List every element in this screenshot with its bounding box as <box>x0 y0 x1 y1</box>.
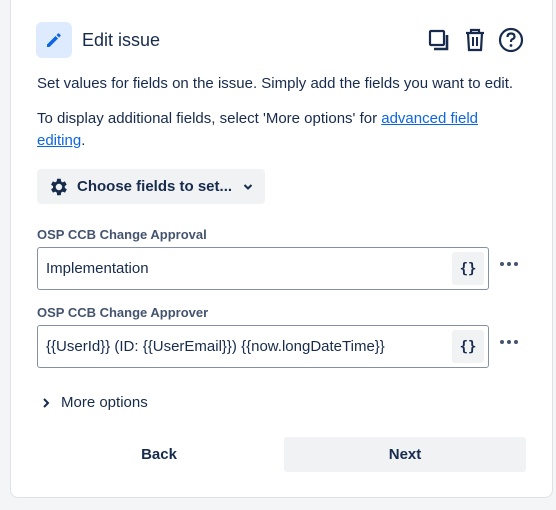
change-approval-field[interactable]: Implementation {} <box>37 247 489 290</box>
advanced-editing-hint: To display additional fields, select 'Mo… <box>37 110 478 149</box>
change-approval-value: Implementation <box>46 260 149 277</box>
change-approver-field[interactable]: {{UserId}} (ID: {{UserEmail}}) {{now.lon… <box>37 325 489 368</box>
field-more-actions-button[interactable] <box>497 332 521 352</box>
edit-issue-panel: Edit issue Set values for fields on the … <box>10 0 553 498</box>
smart-value-button[interactable]: {} <box>452 330 484 363</box>
choose-fields-button[interactable]: Choose fields to set... <box>37 169 265 204</box>
field-label-change-approver: OSP CCB Change Approver <box>37 305 209 320</box>
page-title: Edit issue <box>82 29 161 50</box>
chevron-right-icon <box>43 397 50 408</box>
next-button[interactable]: Next <box>284 437 526 472</box>
pencil-icon <box>36 22 72 58</box>
more-options-toggle[interactable]: More options <box>41 394 148 411</box>
choose-fields-label: Choose fields to set... <box>77 178 233 195</box>
field-more-actions-button[interactable] <box>497 254 521 274</box>
back-button[interactable]: Back <box>37 437 281 472</box>
chevron-down-icon <box>243 183 253 190</box>
help-icon[interactable] <box>497 25 525 55</box>
field-label-change-approval: OSP CCB Change Approval <box>37 227 207 242</box>
more-options-label: More options <box>61 394 148 411</box>
panel-header: Edit issue <box>36 22 160 58</box>
duplicate-icon[interactable] <box>425 25 453 55</box>
change-approver-value: {{UserId}} (ID: {{UserEmail}}) {{now.lon… <box>46 338 385 355</box>
header-actions <box>425 25 525 55</box>
gear-icon <box>51 178 67 195</box>
description-text: Set values for fields on the issue. Simp… <box>37 75 514 92</box>
smart-value-button[interactable]: {} <box>452 252 484 285</box>
trash-icon[interactable] <box>461 25 489 55</box>
